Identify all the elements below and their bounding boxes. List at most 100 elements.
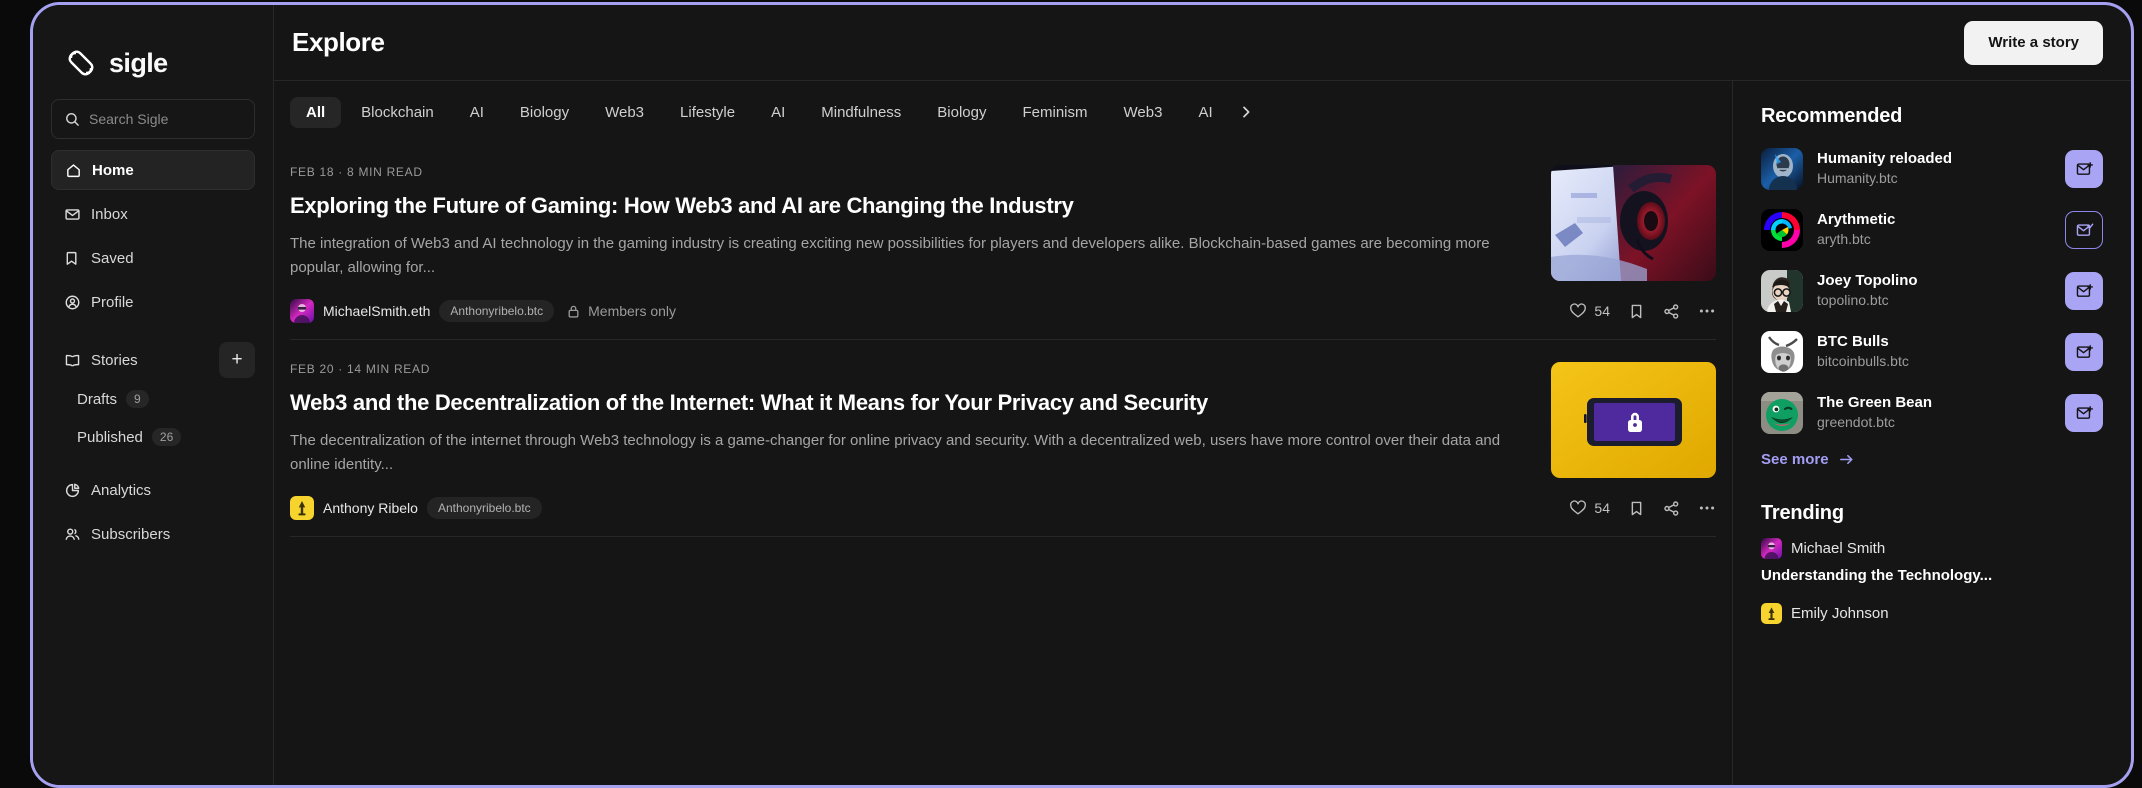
story-excerpt: The integration of Web3 and AI technolog… xyxy=(290,235,1490,277)
tab-blockchain[interactable]: Blockchain xyxy=(345,97,450,128)
share-icon xyxy=(1664,303,1679,319)
recommended-name: Arythmetic xyxy=(1817,211,1896,229)
bookmark-icon xyxy=(64,250,81,267)
write-a-story-button[interactable]: Write a story xyxy=(1964,20,2103,65)
more-options-button[interactable] xyxy=(1698,499,1716,517)
sidebar-item-subscribers[interactable]: Subscribers xyxy=(51,514,255,554)
subscribe-button[interactable] xyxy=(2065,333,2103,371)
recommended-item[interactable]: BTC Bulls bitcoinbulls.btc xyxy=(1761,324,2103,380)
avatar xyxy=(290,496,314,520)
sidebar-item-label: Inbox xyxy=(91,205,128,223)
right-rail: Recommended Humanity reloaded Humanity.b… xyxy=(1733,81,2131,785)
sidebar: sigle Home xyxy=(33,5,274,785)
trending-item[interactable]: Michael Smith Understanding the Technolo… xyxy=(1761,538,2103,584)
recommended-item[interactable]: Joey Topolino topolino.btc xyxy=(1761,263,2103,319)
story-actions: 54 xyxy=(1569,499,1716,517)
tabs-next-button[interactable] xyxy=(1233,104,1259,120)
story-excerpt: The decentralization of the internet thr… xyxy=(290,432,1501,474)
tab-ai-2[interactable]: AI xyxy=(755,97,801,128)
tab-web3-2[interactable]: Web3 xyxy=(1108,97,1179,128)
category-tabs: All Blockchain AI Biology Web3 Lifestyle… xyxy=(274,81,1732,143)
sidebar-item-inbox[interactable]: Inbox xyxy=(51,194,255,234)
brand-logo[interactable]: sigle xyxy=(51,5,255,91)
sidebar-item-saved[interactable]: Saved xyxy=(51,238,255,278)
story-author[interactable]: MichaelSmith.eth Anthonyribelo.btc xyxy=(290,299,555,323)
arrow-right-icon xyxy=(1839,454,1853,465)
avatar xyxy=(1761,538,1782,559)
trending-story-title[interactable]: Understanding the Technology... xyxy=(1761,567,2103,584)
more-options-button[interactable] xyxy=(1698,302,1716,320)
tab-web3-1[interactable]: Web3 xyxy=(589,97,660,128)
tab-ai-1[interactable]: AI xyxy=(454,97,500,128)
story-thumbnail[interactable] xyxy=(1551,165,1716,281)
sidebar-item-analytics[interactable]: Analytics xyxy=(51,470,255,510)
avatar xyxy=(1761,392,1803,434)
add-story-button[interactable]: + xyxy=(219,342,255,378)
sidebar-item-label: Home xyxy=(92,161,134,179)
tab-lifestyle[interactable]: Lifestyle xyxy=(664,97,751,128)
sidebar-item-profile[interactable]: Profile xyxy=(51,282,255,322)
author-handle: Anthonyribelo.btc xyxy=(426,497,542,519)
story-author[interactable]: Anthony Ribelo Anthonyribelo.btc xyxy=(290,496,542,520)
story-thumbnail[interactable] xyxy=(1551,362,1716,478)
tab-feminism[interactable]: Feminism xyxy=(1007,97,1104,128)
tab-mindfulness[interactable]: Mindfulness xyxy=(805,97,917,128)
tab-biology-2[interactable]: Biology xyxy=(921,97,1002,128)
sidebar-item-label: Subscribers xyxy=(91,525,171,543)
tab-ai-3[interactable]: AI xyxy=(1182,97,1228,128)
recommended-item[interactable]: Arythmetic aryth.btc xyxy=(1761,202,2103,258)
story-actions: 54 xyxy=(1569,302,1716,320)
sidebar-item-label: Saved xyxy=(91,249,134,267)
share-button[interactable] xyxy=(1663,500,1680,517)
story-card[interactable]: FEB 20 · 14 MIN READ Web3 and the Decent… xyxy=(290,340,1716,537)
subscribed-button[interactable] xyxy=(2065,211,2103,249)
subscribe-button[interactable] xyxy=(2065,272,2103,310)
sidebar-item-stories[interactable]: Stories xyxy=(51,340,219,380)
story-card[interactable]: FEB 18 · 8 MIN READ Exploring the Future… xyxy=(290,143,1716,340)
mail-icon xyxy=(64,206,81,223)
trending-item[interactable]: Emily Johnson xyxy=(1761,603,2103,624)
story-date: FEB 18 xyxy=(290,165,335,179)
story-meta: FEB 18 · 8 MIN READ xyxy=(290,165,1517,179)
heart-icon xyxy=(1570,303,1587,318)
meta-separator: · xyxy=(338,362,343,376)
recommended-name: Joey Topolino xyxy=(1817,272,1918,290)
subscribe-button[interactable] xyxy=(2065,394,2103,432)
sidebar-item-drafts[interactable]: Drafts 9 xyxy=(51,380,255,418)
recommended-title: Recommended xyxy=(1761,105,1903,127)
like-button[interactable]: 54 xyxy=(1569,499,1610,517)
story-title[interactable]: Web3 and the Decentralization of the Int… xyxy=(290,388,1517,417)
recommended-item[interactable]: The Green Bean greendot.btc xyxy=(1761,385,2103,441)
body-split: All Blockchain AI Biology Web3 Lifestyle… xyxy=(274,81,2131,785)
ellipsis-icon xyxy=(1699,309,1715,313)
trending-author-name: Michael Smith xyxy=(1791,540,1886,557)
sidebar-item-home[interactable]: Home xyxy=(51,150,255,190)
bookmark-button[interactable] xyxy=(1628,303,1645,320)
recommended-item[interactable]: Humanity reloaded Humanity.btc xyxy=(1761,141,2103,197)
home-icon xyxy=(65,162,82,179)
bookmark-button[interactable] xyxy=(1628,500,1645,517)
sidebar-item-published[interactable]: Published 26 xyxy=(51,418,255,456)
search-input[interactable] xyxy=(89,111,241,127)
like-button[interactable]: 54 xyxy=(1569,302,1610,320)
subscribe-button[interactable] xyxy=(2065,150,2103,188)
author-name: Anthony Ribelo xyxy=(323,500,418,516)
story-title[interactable]: Exploring the Future of Gaming: How Web3… xyxy=(290,191,1517,220)
story-footer: Anthony Ribelo Anthonyribelo.btc 54 xyxy=(290,496,1716,520)
tab-biology-1[interactable]: Biology xyxy=(504,97,585,128)
meta-separator: · xyxy=(338,165,343,179)
users-icon xyxy=(64,526,81,543)
recommended-handle: bitcoinbulls.btc xyxy=(1817,352,1909,369)
mail-check-icon xyxy=(2076,223,2093,236)
tab-all[interactable]: All xyxy=(290,96,342,128)
topbar: Explore Write a story xyxy=(274,5,2131,81)
search-box[interactable] xyxy=(51,99,255,139)
humanity-avatar xyxy=(1761,148,1803,190)
avatar xyxy=(1761,603,1782,624)
see-more-link[interactable]: See more xyxy=(1761,451,2103,468)
app-window: sigle Home xyxy=(30,2,2134,788)
share-button[interactable] xyxy=(1663,303,1680,320)
pie-chart-icon xyxy=(64,482,81,499)
joey-topolino-avatar xyxy=(1761,270,1803,312)
recommended-handle: Humanity.btc xyxy=(1817,169,1898,186)
